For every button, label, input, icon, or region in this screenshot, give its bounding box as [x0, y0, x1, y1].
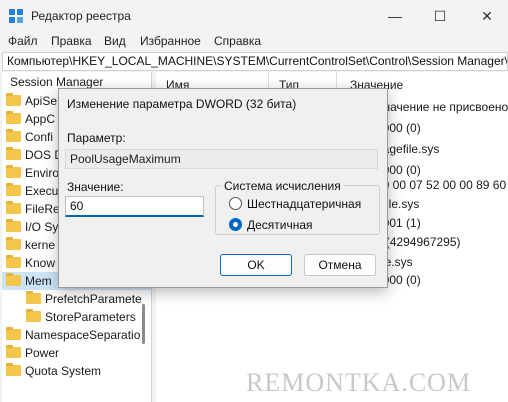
radio-decimal-label: Десятичная	[247, 218, 313, 232]
tree-item-label: I/O Sy	[25, 220, 59, 234]
tree-item[interactable]: Power	[6, 344, 59, 362]
folder-icon	[6, 165, 21, 178]
tree-item[interactable]: Enviro	[6, 164, 59, 182]
menu-help[interactable]: Справка	[214, 34, 261, 48]
tree-item-label: NamespaceSeparatio	[25, 328, 141, 342]
tree-item[interactable]: FileRe	[6, 200, 60, 218]
folder-icon	[26, 291, 41, 304]
tree-item-label: FileRe	[25, 202, 60, 216]
folder-icon	[6, 273, 21, 286]
minimize-button[interactable]: —	[380, 4, 410, 28]
tree-item-label: Confi	[25, 130, 54, 144]
tree-item[interactable]: Know	[6, 254, 55, 272]
tree-item[interactable]: Quota System	[6, 362, 101, 380]
tree-item-label: AppC	[25, 112, 56, 126]
tree-item[interactable]: PrefetchParamete	[26, 290, 142, 308]
tree-item[interactable]: DOS D	[6, 146, 63, 164]
radio-hexadecimal[interactable]: Шестнадцатеричная	[229, 196, 361, 212]
value-cell: ff (4294967295)	[376, 235, 461, 249]
value-input[interactable]	[65, 196, 204, 217]
folder-icon	[6, 147, 21, 160]
folder-icon	[6, 219, 21, 232]
menu-file[interactable]: Файл	[8, 34, 38, 48]
tree-item-label: PrefetchParamete	[45, 292, 142, 306]
tree-item[interactable]: Execu	[6, 182, 58, 200]
tree-item[interactable]: AppC	[6, 110, 55, 128]
tree-item-label: kerne	[25, 238, 56, 252]
base-group-title: Система исчисления	[221, 179, 344, 193]
folder-icon	[6, 237, 21, 250]
maximize-button[interactable]: ☐	[425, 4, 455, 28]
tree-item-label: Know	[25, 256, 56, 270]
folder-icon	[6, 345, 21, 358]
tree-scrollbar[interactable]	[142, 304, 145, 344]
folder-icon	[6, 327, 21, 340]
parameter-label: Параметр:	[67, 131, 126, 145]
tree-item-label: Session Manager	[10, 75, 104, 89]
value-label: Значение:	[67, 180, 124, 194]
tree-item-label: ApiSe	[25, 94, 58, 108]
tree-item[interactable]: StoreParameters	[26, 308, 136, 326]
cancel-button[interactable]: Отмена	[304, 254, 376, 276]
registry-editor-icon	[9, 9, 23, 23]
tree-item-label: Enviro	[25, 166, 60, 180]
tree-item-label: StoreParameters	[45, 310, 136, 324]
watermark: REMONTKA.COM	[246, 368, 472, 397]
tree-item-label: Power	[25, 346, 60, 360]
tree-item[interactable]: NamespaceSeparatio	[6, 326, 140, 344]
close-button[interactable]: ✕	[472, 4, 502, 28]
tree-item-label: Quota System	[25, 364, 102, 378]
tree-item[interactable]: ApiSe	[6, 92, 57, 110]
radio-hexadecimal-label: Шестнадцатеричная	[247, 197, 362, 211]
tree-item-label: Execu	[25, 184, 59, 198]
tree-item[interactable]: I/O Sy	[6, 218, 58, 236]
folder-icon	[6, 201, 21, 214]
tree-item-label: Mem	[25, 274, 52, 288]
menu-view[interactable]: Вид	[104, 34, 126, 48]
menu-favorites[interactable]: Избранное	[140, 34, 201, 48]
folder-icon	[6, 93, 21, 106]
radio-off-icon	[229, 197, 242, 210]
radio-decimal[interactable]: Десятичная	[229, 217, 313, 233]
folder-icon	[6, 363, 21, 376]
parameter-name-field: PoolUsageMaximum	[65, 149, 378, 169]
folder-icon	[6, 255, 21, 268]
ok-button[interactable]: OK	[220, 254, 292, 276]
address-bar[interactable]: Компьютер\HKEY_LOCAL_MACHINE\SYSTEM\Curr…	[2, 52, 508, 71]
radio-on-icon	[229, 218, 242, 231]
folder-icon	[26, 309, 41, 322]
folder-icon	[6, 183, 21, 196]
menu-edit[interactable]: Правка	[51, 34, 92, 48]
value-cell: 00 00 07 52 00 00 89 60 00	[376, 178, 508, 192]
edit-dword-dialog: Изменение параметра DWORD (32 бита) Пара…	[58, 88, 388, 288]
folder-icon	[6, 111, 21, 124]
window-title: Редактор реестра	[31, 9, 131, 23]
tree-item[interactable]: kerne	[6, 236, 55, 254]
value-cell: (значение не присвоено)	[374, 100, 508, 114]
menu-bar: Файл Правка Вид Избранное Справка	[0, 32, 508, 52]
folder-icon	[6, 129, 21, 142]
tree-item[interactable]: Confi	[6, 128, 53, 146]
title-bar: Редактор реестра — ☐ ✕	[0, 0, 508, 32]
dialog-title: Изменение параметра DWORD (32 бита)	[67, 97, 297, 111]
